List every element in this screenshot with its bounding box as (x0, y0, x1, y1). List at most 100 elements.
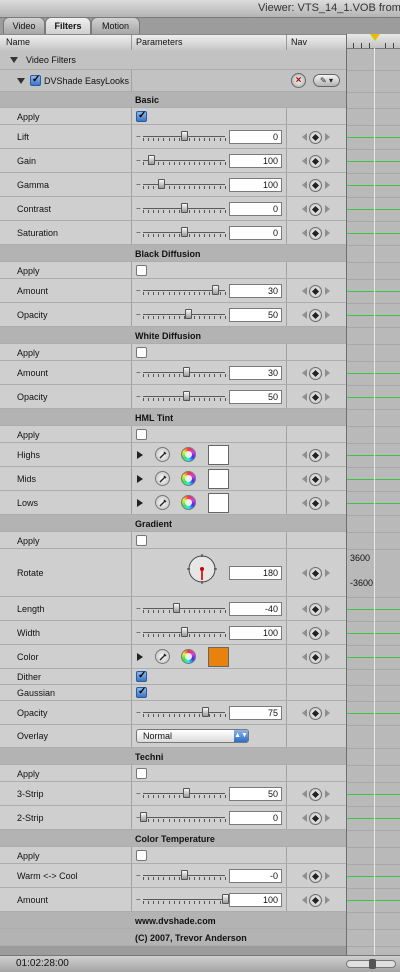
gradient-opacity-field[interactable]: 75 (229, 706, 282, 720)
add-keyframe-button[interactable] (309, 651, 322, 664)
rotate-angle-dial[interactable] (186, 553, 218, 585)
keyframe-nav[interactable] (302, 227, 330, 240)
color-wheel-icon[interactable] (181, 447, 196, 462)
gamma-slider[interactable]: − (136, 179, 226, 189)
slider-thumb[interactable] (181, 131, 188, 141)
saturation-slider[interactable]: − (136, 227, 226, 237)
slider-thumb[interactable] (158, 179, 166, 189)
black-diffusion-amount-field[interactable]: 30 (229, 284, 282, 298)
black-diffusion-apply-checkbox[interactable] (136, 265, 147, 276)
previous-keyframe-icon[interactable] (302, 181, 307, 189)
gradient-apply-checkbox[interactable] (136, 535, 147, 546)
keyframe-nav[interactable] (302, 812, 330, 825)
add-keyframe-button[interactable] (309, 155, 322, 168)
gain-value-field[interactable]: 100 (229, 154, 282, 168)
slider-thumb[interactable] (222, 894, 229, 904)
previous-keyframe-icon[interactable] (302, 311, 307, 319)
length-slider[interactable]: − (136, 603, 226, 613)
keyframe-nav[interactable] (302, 391, 330, 404)
gamma-value-field[interactable]: 100 (229, 178, 282, 192)
slider-thumb[interactable] (185, 309, 193, 319)
eyedropper-icon[interactable] (155, 495, 170, 510)
white-diffusion-opacity-field[interactable]: 50 (229, 390, 282, 404)
hml-tint-apply-checkbox[interactable] (136, 429, 147, 440)
previous-keyframe-icon[interactable] (302, 790, 307, 798)
slider-thumb[interactable] (181, 627, 188, 637)
previous-keyframe-icon[interactable] (302, 133, 307, 141)
mids-color-swatch[interactable] (208, 469, 229, 489)
width-slider[interactable]: − (136, 627, 226, 637)
tab-motion[interactable]: Motion (91, 17, 140, 34)
expand-triangle-icon[interactable] (137, 499, 143, 507)
length-value-field[interactable]: -40 (229, 602, 282, 616)
eyedropper-icon[interactable] (155, 471, 170, 486)
previous-keyframe-icon[interactable] (302, 393, 307, 401)
slider-track[interactable] (143, 608, 225, 609)
expand-triangle-icon[interactable] (137, 653, 143, 661)
timeline-ruler[interactable] (347, 34, 400, 49)
next-keyframe-icon[interactable] (325, 653, 330, 661)
previous-keyframe-icon[interactable] (302, 451, 307, 459)
highs-color-swatch[interactable] (208, 445, 229, 465)
add-keyframe-button[interactable] (309, 227, 322, 240)
gain-slider[interactable]: − (136, 155, 226, 165)
add-keyframe-button[interactable] (309, 603, 322, 616)
slider-thumb[interactable] (148, 155, 156, 165)
next-keyframe-icon[interactable] (325, 451, 330, 459)
keyframe-nav[interactable] (302, 449, 330, 462)
tab-video[interactable]: Video (3, 17, 45, 34)
add-keyframe-button[interactable] (309, 391, 322, 404)
keyframe-nav[interactable] (302, 567, 330, 580)
slider-thumb[interactable] (181, 227, 188, 237)
black-diffusion-opacity-slider[interactable]: − (136, 309, 226, 319)
keyframe-timeline[interactable]: 3600 -3600 (346, 34, 400, 955)
add-keyframe-button[interactable] (309, 367, 322, 380)
next-keyframe-icon[interactable] (325, 157, 330, 165)
disclosure-triangle-icon[interactable] (10, 57, 18, 63)
previous-keyframe-icon[interactable] (302, 569, 307, 577)
previous-keyframe-icon[interactable] (302, 709, 307, 717)
effect-menu-button[interactable]: ✎ ▾ (313, 74, 340, 87)
playhead-line[interactable] (374, 48, 375, 955)
add-keyframe-button[interactable] (309, 179, 322, 192)
keyframe-nav[interactable] (302, 309, 330, 322)
parameters-column-header[interactable]: Parameters (136, 37, 183, 47)
saturation-value-field[interactable]: 0 (229, 226, 282, 240)
add-keyframe-button[interactable] (309, 627, 322, 640)
add-keyframe-button[interactable] (309, 567, 322, 580)
three-strip-slider[interactable]: − (136, 788, 226, 798)
next-keyframe-icon[interactable] (325, 311, 330, 319)
add-keyframe-button[interactable] (309, 707, 322, 720)
color-wheel-icon[interactable] (181, 471, 196, 486)
keyframe-nav[interactable] (302, 179, 330, 192)
gaussian-checkbox[interactable] (136, 686, 147, 698)
zoom-slider-thumb[interactable] (369, 959, 376, 969)
warm-cool-field[interactable]: -0 (229, 869, 282, 883)
keyframe-nav[interactable] (302, 651, 330, 664)
previous-keyframe-icon[interactable] (302, 475, 307, 483)
two-strip-field[interactable]: 0 (229, 811, 282, 825)
add-keyframe-button[interactable] (309, 497, 322, 510)
next-keyframe-icon[interactable] (325, 499, 330, 507)
next-keyframe-icon[interactable] (325, 369, 330, 377)
keyframe-nav[interactable] (302, 497, 330, 510)
keyframe-nav[interactable] (302, 707, 330, 720)
eyedropper-icon[interactable] (155, 649, 170, 664)
keyframe-nav[interactable] (302, 473, 330, 486)
keyframe-nav[interactable] (302, 788, 330, 801)
previous-keyframe-icon[interactable] (302, 605, 307, 613)
previous-keyframe-icon[interactable] (302, 872, 307, 880)
next-keyframe-icon[interactable] (325, 872, 330, 880)
slider-thumb[interactable] (201, 707, 209, 717)
next-keyframe-icon[interactable] (325, 629, 330, 637)
next-keyframe-icon[interactable] (325, 896, 330, 904)
white-diffusion-amount-slider[interactable]: − (136, 367, 226, 377)
expand-triangle-icon[interactable] (137, 451, 143, 459)
previous-keyframe-icon[interactable] (302, 814, 307, 822)
color-temperature-amount-field[interactable]: 100 (229, 893, 282, 907)
slider-thumb[interactable] (181, 203, 188, 213)
playhead-icon[interactable] (370, 34, 380, 41)
slider-thumb[interactable] (140, 812, 147, 822)
color-wheel-icon[interactable] (181, 649, 196, 664)
white-diffusion-apply-checkbox[interactable] (136, 347, 147, 358)
